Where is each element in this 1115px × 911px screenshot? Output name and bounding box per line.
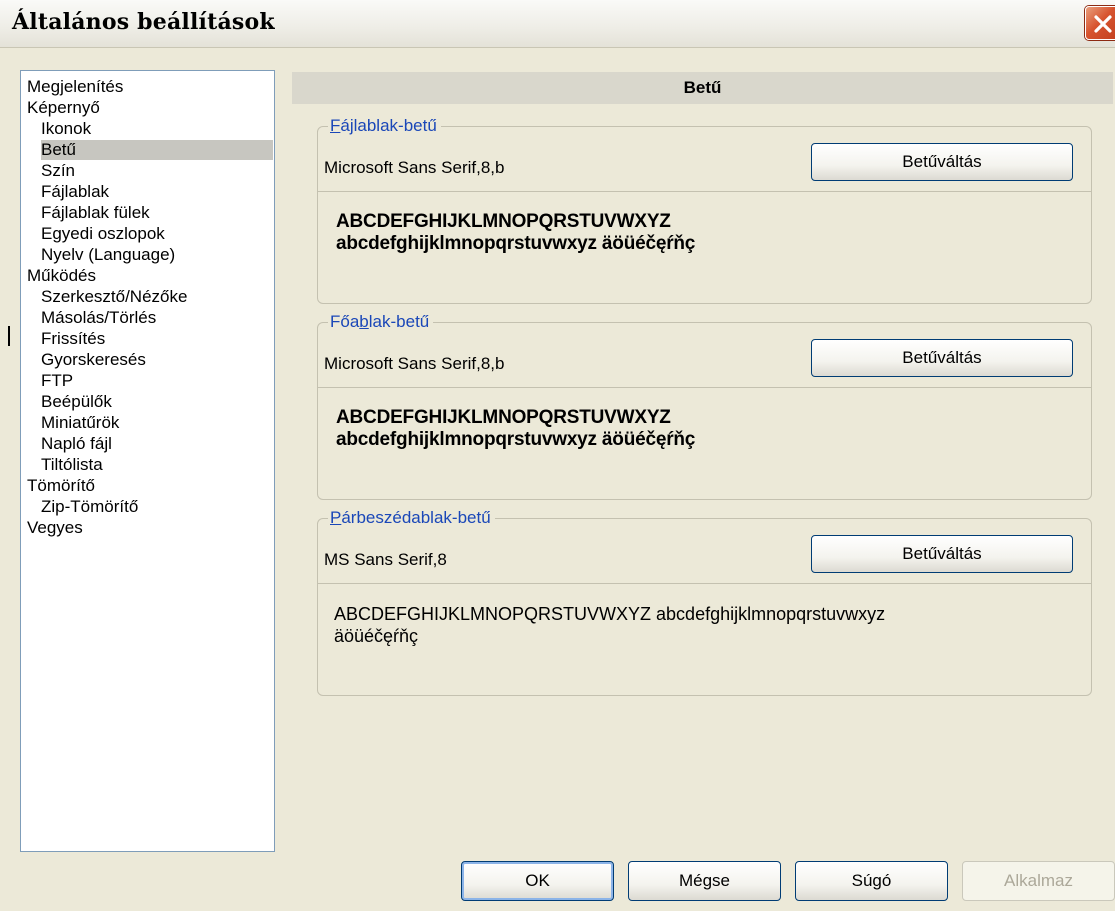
sample-line: ABCDEFGHIJKLMNOPQRSTUVWXYZ abcdefghijklm…: [334, 604, 886, 624]
tree-item-frissites[interactable]: Frissítés: [41, 329, 105, 349]
sample-line: abcdefghijklmnopqrstuvwxyz äöüéčęŕňç: [336, 429, 696, 450]
settings-tree[interactable]: Megjelenítés Képernyő Ikonok Betű Szín F…: [20, 70, 275, 852]
group-legend: Fájlablak-betű: [328, 116, 441, 136]
legend-accelerator: F: [330, 116, 341, 135]
sample-line: abcdefghijklmnopqrstuvwxyz äöüéčęŕňç: [336, 233, 696, 254]
tree-item-beepulok[interactable]: Beépülők: [41, 392, 112, 412]
legend-text: lak-betű: [368, 312, 430, 331]
tree-item-fajlablak[interactable]: Fájlablak: [41, 182, 109, 202]
tree-item-zip-tomorito[interactable]: Zip-Tömörítő: [41, 497, 138, 517]
tree-item-gyorskereses[interactable]: Gyorskeresés: [41, 350, 146, 370]
tree-item-ikonok[interactable]: Ikonok: [41, 119, 91, 139]
sample-line: ABCDEFGHIJKLMNOPQRSTUVWXYZ: [336, 211, 671, 232]
title-bar: Általános beállítások: [0, 0, 1115, 48]
change-font-button[interactable]: Betűváltás: [811, 143, 1073, 181]
legend-text: Főa: [330, 312, 360, 331]
group-main-window-font: Főablak-betű Microsoft Sans Serif,8,b Be…: [317, 312, 1092, 500]
tree-item-label: Betű: [41, 140, 76, 159]
legend-accelerator: P: [330, 508, 342, 527]
section-header: Betű: [292, 72, 1113, 104]
tree-item-masolas-torles[interactable]: Másolás/Törlés: [41, 308, 156, 328]
legend-accelerator: b: [359, 312, 369, 331]
tree-item-szin[interactable]: Szín: [41, 161, 75, 181]
legend-text: árbeszédablak-betű: [341, 508, 491, 527]
tree-item-fajlablak-fulek[interactable]: Fájlablak fülek: [41, 203, 150, 223]
legend-text: ájlablak-betű: [340, 116, 437, 135]
tree-item-nyelv[interactable]: Nyelv (Language): [41, 245, 175, 265]
tree-item-kepernyo[interactable]: Képernyő: [27, 98, 100, 118]
font-sample: ABCDEFGHIJKLMNOPQRSTUVWXYZ abcdefghijklm…: [336, 211, 1076, 255]
help-button[interactable]: Súgó: [795, 861, 948, 901]
tree-item-mukodes[interactable]: Működés: [27, 266, 96, 286]
apply-button[interactable]: Alkalmaz: [962, 861, 1115, 901]
divider: [318, 191, 1091, 192]
divider: [318, 387, 1091, 388]
change-font-button[interactable]: Betűváltás: [811, 535, 1073, 573]
tree-item-miniaturok[interactable]: Miniatűrök: [41, 413, 119, 433]
focus-mark: [8, 326, 10, 346]
tree-item-ftp[interactable]: FTP: [41, 371, 73, 391]
divider: [318, 583, 1091, 584]
group-legend: Főablak-betű: [328, 312, 434, 332]
cancel-button[interactable]: Mégse: [628, 861, 781, 901]
tree-item-betu[interactable]: Betű: [41, 140, 273, 160]
ok-button[interactable]: OK: [461, 861, 614, 901]
window-title: Általános beállítások: [12, 9, 275, 35]
tree-item-megjelenites[interactable]: Megjelenítés: [27, 77, 123, 97]
sample-line: äöüéčęŕňç: [334, 626, 419, 646]
close-icon: [1094, 15, 1112, 33]
font-sample: ABCDEFGHIJKLMNOPQRSTUVWXYZ abcdefghijklm…: [336, 407, 1076, 451]
close-button[interactable]: [1085, 6, 1115, 40]
sample-line: ABCDEFGHIJKLMNOPQRSTUVWXYZ: [336, 407, 671, 428]
tree-item-vegyes[interactable]: Vegyes: [27, 518, 83, 538]
group-legend: Párbeszédablak-betű: [328, 508, 495, 528]
group-file-window-font: Fájlablak-betű Microsoft Sans Serif,8,b …: [317, 116, 1092, 304]
change-font-button[interactable]: Betűváltás: [811, 339, 1073, 377]
font-name-label: Microsoft Sans Serif,8,b: [324, 354, 505, 373]
font-sample: ABCDEFGHIJKLMNOPQRSTUVWXYZ abcdefghijklm…: [334, 603, 1074, 647]
tree-item-tiltolista[interactable]: Tiltólista: [41, 455, 103, 475]
tree-item-naplo-fajl[interactable]: Napló fájl: [41, 434, 112, 454]
tree-item-szerkeszto-nezoke[interactable]: Szerkesztő/Nézőke: [41, 287, 187, 307]
font-name-label: MS Sans Serif,8: [324, 550, 447, 569]
tree-item-tomorito[interactable]: Tömörítő: [27, 476, 95, 496]
tree-item-egyedi-oszlopok[interactable]: Egyedi oszlopok: [41, 224, 165, 244]
font-name-label: Microsoft Sans Serif,8,b: [324, 158, 505, 177]
group-dialog-font: Párbeszédablak-betű MS Sans Serif,8 Betű…: [317, 508, 1092, 696]
